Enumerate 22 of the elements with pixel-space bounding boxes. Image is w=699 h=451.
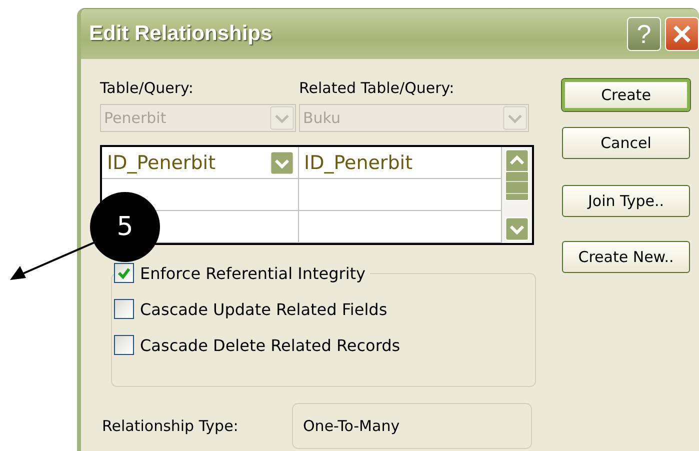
relationship-type-label: Relationship Type: (101, 417, 240, 435)
dialog-button[interactable]: Cancel (562, 127, 690, 159)
dialog-button[interactable]: Create (562, 79, 690, 111)
related-table-query-label: Related Table/Query: (299, 79, 456, 97)
scroll-thumb[interactable] (505, 171, 529, 201)
checkbox[interactable] (114, 335, 134, 355)
close-button[interactable] (665, 17, 699, 51)
table-query-label: Table/Query: (100, 79, 194, 97)
checkbox[interactable] (114, 299, 134, 319)
field-cell[interactable]: ID_Penerbit (102, 147, 299, 179)
scroll-up-button[interactable] (505, 149, 529, 173)
relationship-type-value: One-To-Many (292, 403, 532, 449)
checkbox[interactable] (114, 263, 134, 283)
checkbox-label: Enforce Referential Integrity (140, 264, 366, 282)
check-mark-icon (117, 266, 131, 280)
scroll-down-button[interactable] (505, 217, 529, 241)
dialog-button[interactable]: Create New.. (562, 241, 690, 273)
dialog-button[interactable]: Join Type.. (562, 185, 690, 217)
checkbox-label: Cascade Update Related Fields (140, 300, 388, 318)
checkbox-label: Cascade Delete Related Records (140, 336, 400, 354)
scrollbar[interactable] (502, 147, 532, 243)
window-title: Edit Relationships (89, 22, 272, 46)
